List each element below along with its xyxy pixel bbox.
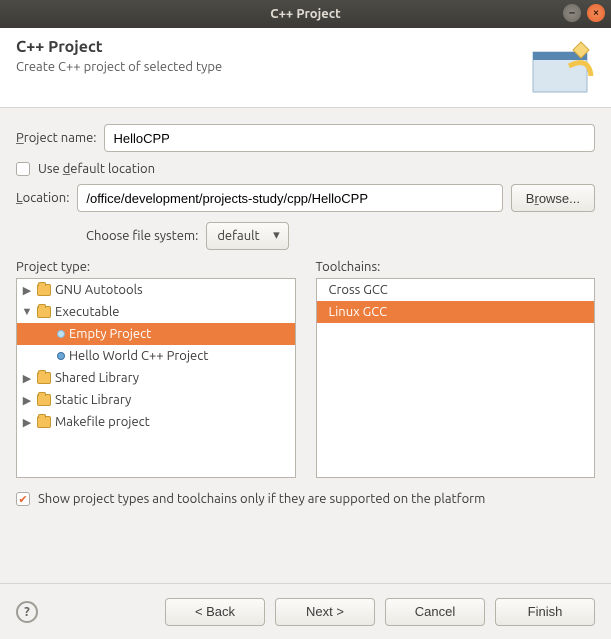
toolchains-list[interactable]: Cross GCC Linux GCC bbox=[316, 278, 596, 478]
tree-item-label: Shared Library bbox=[55, 371, 139, 385]
tree-item-static-library[interactable]: ▶ Static Library bbox=[17, 389, 295, 411]
tree-item-label: Executable bbox=[55, 305, 119, 319]
project-name-label: Project name: bbox=[16, 131, 96, 145]
use-default-checkbox[interactable] bbox=[16, 162, 30, 176]
page-title: C++ Project bbox=[16, 38, 595, 56]
finish-button[interactable]: Finish bbox=[495, 598, 595, 626]
help-icon[interactable]: ? bbox=[16, 601, 38, 623]
use-default-label: Use default location bbox=[38, 162, 155, 176]
next-button[interactable]: Next > bbox=[275, 598, 375, 626]
template-icon bbox=[57, 330, 65, 338]
template-icon bbox=[57, 352, 65, 360]
title-bar: C++ Project – × bbox=[0, 0, 611, 28]
folder-icon bbox=[37, 416, 51, 428]
window-title: C++ Project bbox=[270, 7, 340, 21]
folder-icon bbox=[37, 394, 51, 406]
supported-only-checkbox[interactable]: ✔ bbox=[16, 492, 30, 506]
project-type-tree[interactable]: ▶ GNU Autotools ▼ Executable Empty Proje… bbox=[16, 278, 296, 478]
expand-icon[interactable]: ▶ bbox=[21, 394, 33, 407]
collapse-icon[interactable]: ▼ bbox=[21, 306, 33, 318]
location-label: Location: bbox=[16, 191, 69, 205]
filesystem-row: Choose file system: default bbox=[86, 222, 595, 250]
use-default-row: Use default location bbox=[16, 162, 595, 176]
tree-item-label: Static Library bbox=[55, 393, 131, 407]
wizard-header: C++ Project Create C++ project of select… bbox=[0, 28, 611, 108]
expand-icon[interactable]: ▶ bbox=[21, 284, 33, 297]
page-subtitle: Create C++ project of selected type bbox=[16, 60, 595, 74]
cancel-button[interactable]: Cancel bbox=[385, 598, 485, 626]
toolchains-label: Toolchains: bbox=[316, 260, 596, 274]
project-name-input[interactable] bbox=[104, 124, 595, 152]
close-icon[interactable]: × bbox=[587, 4, 605, 22]
folder-icon bbox=[37, 372, 51, 384]
list-item-label: Cross GCC bbox=[329, 283, 388, 297]
tree-item-empty-project[interactable]: Empty Project bbox=[17, 323, 295, 345]
tree-item-hello-world[interactable]: Hello World C++ Project bbox=[17, 345, 295, 367]
tree-item-executable[interactable]: ▼ Executable bbox=[17, 301, 295, 323]
window-controls: – × bbox=[563, 4, 605, 22]
project-name-row: Project name: bbox=[16, 124, 595, 152]
tree-item-gnu-autotools[interactable]: ▶ GNU Autotools bbox=[17, 279, 295, 301]
tree-item-makefile-project[interactable]: ▶ Makefile project bbox=[17, 411, 295, 433]
lists-container: Project type: ▶ GNU Autotools ▼ Executab… bbox=[16, 260, 595, 478]
wizard-icon bbox=[529, 36, 597, 96]
tree-item-label: Makefile project bbox=[55, 415, 150, 429]
supported-only-label: Show project types and toolchains only i… bbox=[38, 492, 485, 506]
tree-item-shared-library[interactable]: ▶ Shared Library bbox=[17, 367, 295, 389]
filesystem-select[interactable]: default bbox=[206, 222, 288, 250]
toolchain-cross-gcc[interactable]: Cross GCC bbox=[317, 279, 595, 301]
filesystem-label: Choose file system: bbox=[86, 229, 198, 243]
minimize-icon[interactable]: – bbox=[563, 4, 581, 22]
folder-icon bbox=[37, 306, 51, 318]
location-input[interactable] bbox=[77, 184, 502, 212]
toolchain-linux-gcc[interactable]: Linux GCC bbox=[317, 301, 595, 323]
project-type-label: Project type: bbox=[16, 260, 296, 274]
wizard-footer: ? < Back Next > Cancel Finish bbox=[0, 583, 611, 639]
folder-icon bbox=[37, 284, 51, 296]
tree-item-label: GNU Autotools bbox=[55, 283, 143, 297]
supported-only-row: ✔ Show project types and toolchains only… bbox=[16, 492, 595, 506]
expand-icon[interactable]: ▶ bbox=[21, 372, 33, 385]
browse-button[interactable]: Browse... bbox=[511, 184, 595, 212]
toolchains-column: Toolchains: Cross GCC Linux GCC bbox=[316, 260, 596, 478]
expand-icon[interactable]: ▶ bbox=[21, 416, 33, 429]
tree-item-label: Hello World C++ Project bbox=[69, 349, 208, 363]
location-row: Location: Browse... bbox=[16, 184, 595, 212]
back-button[interactable]: < Back bbox=[165, 598, 265, 626]
list-item-label: Linux GCC bbox=[329, 305, 388, 319]
project-type-column: Project type: ▶ GNU Autotools ▼ Executab… bbox=[16, 260, 296, 478]
tree-item-label: Empty Project bbox=[69, 327, 151, 341]
form-body: Project name: Use default location Locat… bbox=[0, 108, 611, 506]
